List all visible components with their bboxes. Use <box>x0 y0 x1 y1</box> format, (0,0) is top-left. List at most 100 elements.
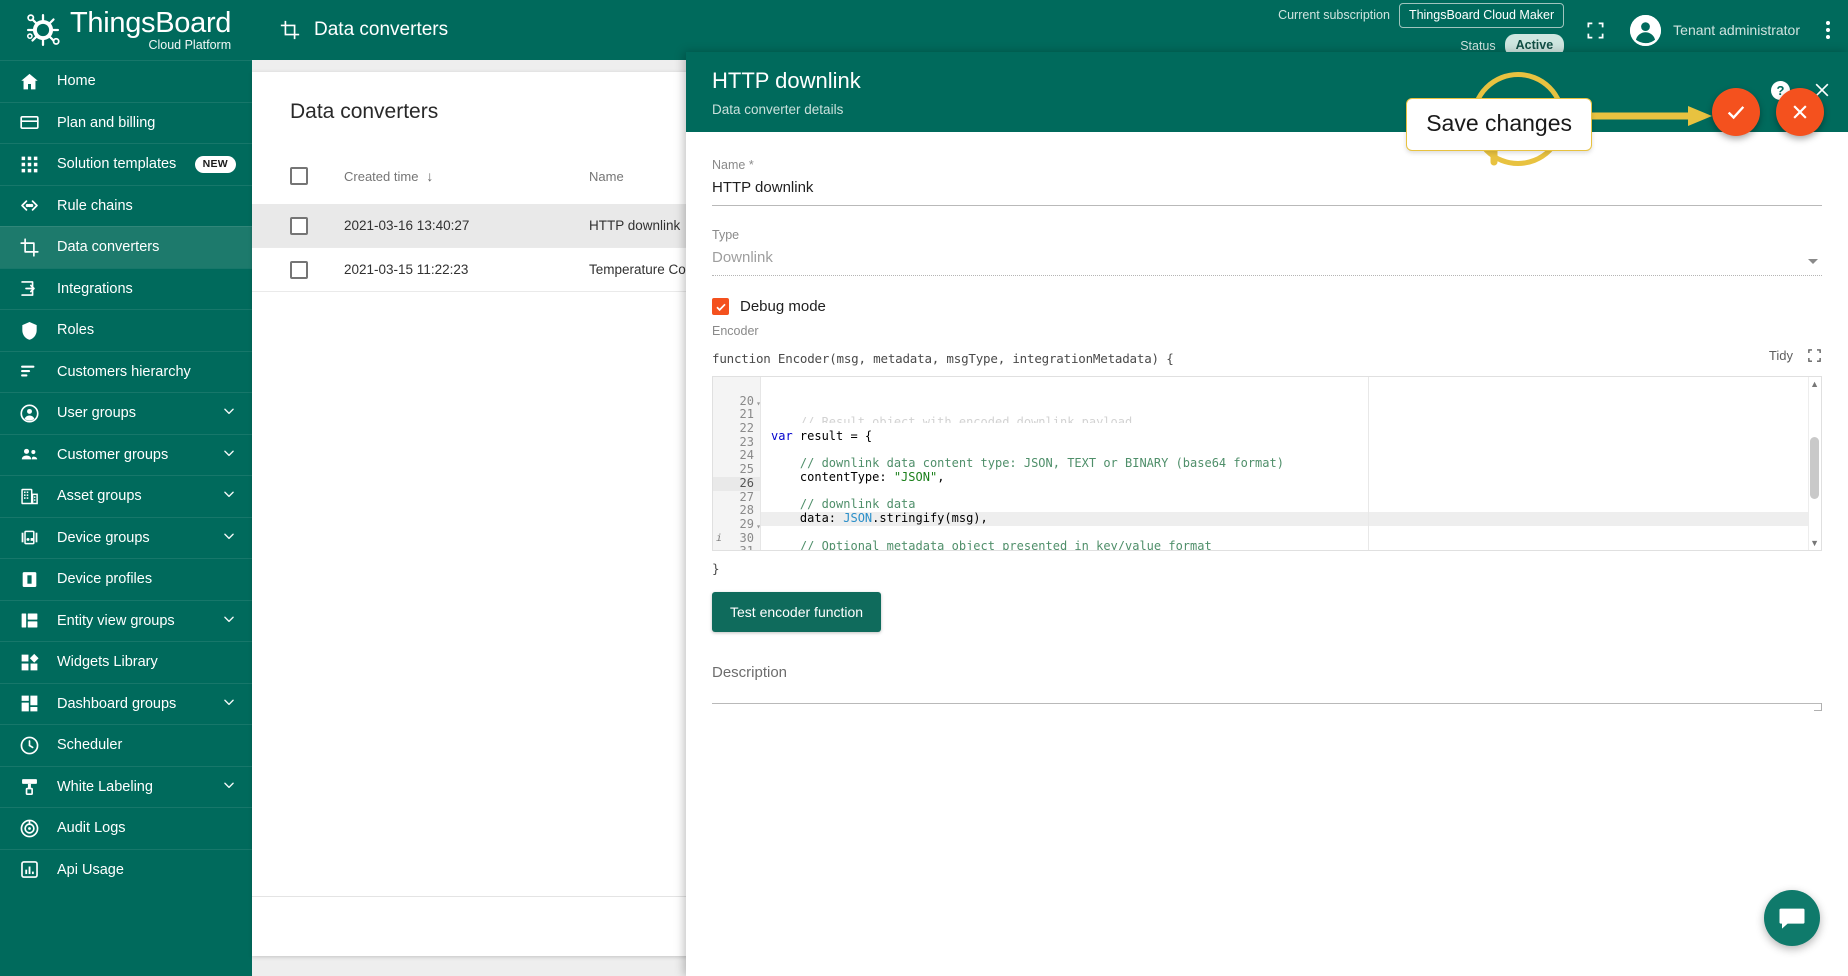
subscription-chip[interactable]: ThingsBoard Cloud Maker <box>1398 2 1565 28</box>
chevron-down-icon[interactable] <box>222 612 236 630</box>
editor-line-number: 22 <box>739 421 754 436</box>
editor-line[interactable] <box>761 485 1821 499</box>
scroll-up-arrow[interactable]: ▲ <box>1810 379 1819 389</box>
row-checkbox[interactable] <box>290 260 308 279</box>
type-select[interactable]: Downlink <box>712 249 1822 276</box>
sidebar-item-api-usage[interactable]: Api Usage <box>0 848 252 891</box>
avatar[interactable] <box>1630 14 1662 46</box>
chevron-down-icon[interactable] <box>222 487 236 505</box>
data-converter-icon <box>18 236 40 258</box>
type-field[interactable]: Type Downlink <box>712 228 1822 276</box>
editor-line-number: i 30 <box>716 530 754 545</box>
sidebar-item-plan-and-billing[interactable]: Plan and billing <box>0 101 252 144</box>
fullscreen-icon[interactable] <box>1807 348 1822 363</box>
chevron-down-icon[interactable] <box>222 529 236 547</box>
encoder-function-signature: function Encoder(msg, metadata, msgType,… <box>712 351 1174 366</box>
sidebar-item-label: Home <box>57 73 96 90</box>
editor-line[interactable]: // downlink data <box>761 498 1821 512</box>
description-label: Description <box>712 664 788 681</box>
editor-line[interactable]: // downlink data content type: JSON, TEX… <box>761 457 1821 471</box>
chat-bubble-icon[interactable] <box>1764 890 1820 946</box>
encoder-closing-brace: } <box>712 561 720 576</box>
more-vert-icon[interactable] <box>1822 17 1834 43</box>
audit-icon <box>18 817 40 839</box>
tidy-button[interactable]: Tidy <box>1769 348 1793 363</box>
sidebar-item-user-groups[interactable]: User groups <box>0 392 252 434</box>
chevron-down-icon[interactable] <box>222 695 236 713</box>
sidebar-item-rule-chains[interactable]: Rule chains <box>0 184 252 227</box>
sidebar-item-label: Solution templates <box>57 156 177 173</box>
editor-line[interactable]: var result = { <box>761 429 1821 444</box>
cell-created-time: 2021-03-16 13:40:27 <box>344 218 470 233</box>
cancel-button[interactable] <box>1776 88 1824 136</box>
sidebar-item-asset-groups[interactable]: Asset groups <box>0 475 252 517</box>
sidebar-item-data-converters[interactable]: Data converters <box>0 226 252 268</box>
subscription-label: Current subscription <box>1278 8 1390 23</box>
fullscreen-icon[interactable] <box>1582 17 1608 43</box>
brand-logo[interactable]: ThingsBoard Cloud Platform <box>0 0 252 60</box>
subscription-block: Current subscription ThingsBoard Cloud M… <box>1278 2 1565 58</box>
editor-line[interactable] <box>761 444 1821 458</box>
sidebar-item-entity-view-groups[interactable]: Entity view groups <box>0 599 252 642</box>
chevron-down-icon[interactable] <box>222 404 236 422</box>
sidebar-item-home[interactable]: Home <box>0 60 252 102</box>
editor-code-area[interactable]: // Result object with encoded downlink p… <box>761 377 1821 550</box>
sidebar-item-label: Asset groups <box>57 488 142 505</box>
debug-mode-checkbox[interactable] <box>712 298 729 315</box>
chevron-down-icon[interactable] <box>222 446 236 464</box>
editor-line[interactable]: // Result object with encoded downlink p… <box>761 416 1821 423</box>
chevron-down-icon <box>1808 259 1818 264</box>
encoder-code-editor[interactable]: 1920▾212223242526272829▾i3031 // Result … <box>712 376 1822 551</box>
column-header-name-label: Name <box>589 168 624 184</box>
sidebar-item-audit-logs[interactable]: Audit Logs <box>0 807 252 849</box>
sidebar-item-widgets-library[interactable]: Widgets Library <box>0 641 252 683</box>
description-field[interactable]: Description <box>712 664 1822 711</box>
editor-line[interactable]: data: JSON.stringify(msg), <box>761 511 1821 526</box>
sidebar-item-white-labeling[interactable]: White Labeling <box>0 765 252 808</box>
sidebar-item-device-groups[interactable]: Device groups <box>0 516 252 559</box>
brand-subtitle: Cloud Platform <box>148 37 232 52</box>
chevron-down-icon[interactable] <box>222 778 236 796</box>
user-icon <box>18 402 40 424</box>
resize-handle[interactable] <box>1814 703 1822 711</box>
select-all-checkbox[interactable] <box>290 167 308 185</box>
editor-line-number: 26 <box>713 476 760 491</box>
sidebar-item-device-profiles[interactable]: Device profiles <box>0 558 252 600</box>
sidebar-item-integrations[interactable]: Integrations <box>0 267 252 310</box>
editor-line-number: 28 <box>739 503 754 518</box>
column-header-created-time[interactable]: Created time ↓ <box>344 168 589 184</box>
thingsboard-logo-icon <box>22 9 64 51</box>
editor-line-numbers: 1920▾212223242526272829▾i3031 <box>713 377 761 550</box>
save-button[interactable] <box>1712 88 1760 136</box>
building-icon <box>18 485 40 507</box>
editor-line[interactable]: // Optional metadata object presented in… <box>761 539 1821 550</box>
type-label: Type <box>712 228 740 242</box>
app-root: ThingsBoard Cloud Platform Home Plan and … <box>0 0 1848 976</box>
sidebar-item-scheduler[interactable]: Scheduler <box>0 724 252 766</box>
sidebar-item-label: Plan and billing <box>57 114 156 131</box>
test-encoder-function-button[interactable]: Test encoder function <box>712 592 882 632</box>
row-checkbox[interactable] <box>290 216 308 235</box>
sidebar-item-roles[interactable]: Roles <box>0 309 252 351</box>
brand-name: ThingsBoard <box>70 6 232 39</box>
details-panel: HTTP downlink Data converter details ? N… <box>686 52 1848 976</box>
sidebar-item-label: Entity view groups <box>57 612 175 629</box>
sidebar-item-dashboard-groups[interactable]: Dashboard groups <box>0 682 252 725</box>
editor-line[interactable]: contentType: "JSON", <box>761 470 1821 485</box>
details-title: HTTP downlink <box>712 68 861 93</box>
page-title: Data converters <box>278 18 448 42</box>
cell-created-time: 2021-03-15 11:22:23 <box>344 262 469 277</box>
debug-mode-row[interactable]: Debug mode <box>712 298 1822 315</box>
sidebar-item-customer-groups[interactable]: Customer groups <box>0 433 252 476</box>
name-input[interactable]: HTTP downlink <box>712 179 1822 206</box>
device-icon <box>18 527 40 549</box>
editor-scroll-thumb[interactable] <box>1810 437 1819 499</box>
sidebar-item-customers-hierarchy[interactable]: Customers hierarchy <box>0 350 252 393</box>
editor-scrollbar[interactable]: ▲ ▼ <box>1808 377 1821 550</box>
scroll-down-arrow[interactable]: ▼ <box>1810 538 1819 548</box>
data-converter-icon <box>278 18 302 42</box>
details-body: Name * HTTP downlink Type Downlink Debug… <box>686 132 1848 711</box>
rule-chain-icon <box>18 195 40 217</box>
sidebar-item-solution-templates[interactable]: Solution templates NEW <box>0 143 252 185</box>
editor-line[interactable] <box>761 526 1821 540</box>
